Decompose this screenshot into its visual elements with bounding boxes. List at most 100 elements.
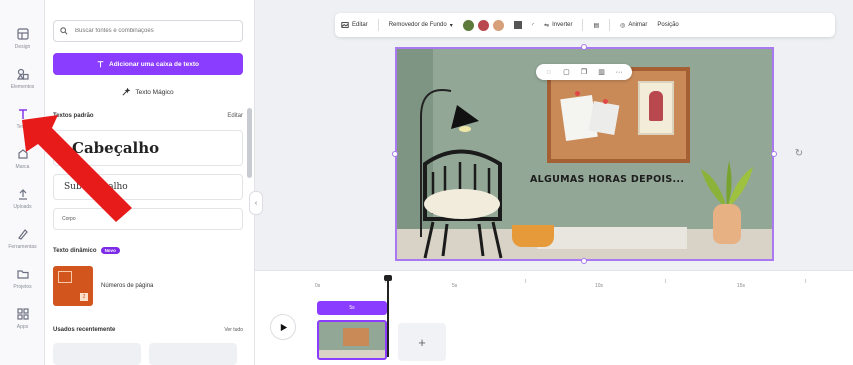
search-box[interactable]: [53, 20, 243, 42]
see-all-link[interactable]: Ver tudo: [224, 327, 243, 333]
body-preset[interactable]: Corpo: [53, 208, 243, 230]
resize-handle[interactable]: [581, 258, 587, 264]
collapse-panel-button[interactable]: ‹: [249, 191, 263, 215]
comment-icon[interactable]: ◌: [545, 68, 553, 76]
basket-illustration: [512, 225, 554, 247]
toolbar-divider: [377, 19, 379, 31]
rail-item-uploads[interactable]: Uploads: [0, 178, 45, 218]
ruler-tick-label: 5s: [452, 283, 458, 289]
color-swatch[interactable]: [462, 19, 474, 31]
rail-item-apps[interactable]: Apps: [0, 298, 45, 338]
rail-item-projects[interactable]: Projetos: [0, 258, 45, 298]
recent-item[interactable]: [149, 343, 237, 365]
search-icon: [60, 27, 68, 35]
rug: [537, 227, 687, 249]
magic-wand-icon: [122, 88, 131, 96]
dynamic-text-header: Texto dinâmico Novo: [53, 247, 120, 254]
rail-item-brand[interactable]: Marca: [0, 138, 45, 178]
rail-item-text[interactable]: Texto: [0, 98, 45, 138]
recent-item[interactable]: [53, 343, 141, 365]
crop-icon: ◜: [531, 22, 535, 29]
plus-icon: +: [418, 334, 426, 350]
rail-item-draw[interactable]: Ferramentas: [0, 218, 45, 258]
clip-duration-label[interactable]: 5s: [317, 301, 387, 315]
page-thumbnail[interactable]: [317, 320, 387, 360]
magic-text-button[interactable]: Texto Mágico: [53, 84, 243, 100]
playhead[interactable]: [387, 277, 389, 357]
crop-button[interactable]: ◜: [532, 22, 534, 29]
corkboard-illustration: [547, 67, 690, 163]
draw-icon: [16, 227, 30, 241]
text-icon: [16, 107, 30, 121]
refresh-icon[interactable]: ↻: [792, 146, 806, 160]
toolbar-divider: [609, 19, 611, 31]
upload-icon: [16, 187, 30, 201]
plant-pot: [713, 204, 741, 244]
element-quick-actions: ◌ ▢ ❐ ▥ ···: [536, 64, 632, 80]
search-input[interactable]: [73, 27, 223, 35]
duplicate-icon[interactable]: ❐: [580, 68, 588, 76]
color-swatch[interactable]: [477, 19, 489, 31]
bg-remover-dropdown[interactable]: Removedor de Fundo ▾: [389, 22, 453, 29]
flip-button[interactable]: ⇋ Inverter: [544, 22, 572, 29]
chevron-down-icon: ▾: [449, 22, 453, 29]
color-swatch[interactable]: [492, 19, 504, 31]
add-text-box-button[interactable]: Adicionar uma caixa de texto: [53, 53, 243, 75]
lock-icon[interactable]: ▢: [562, 68, 570, 76]
new-badge: Novo: [100, 247, 120, 254]
add-page-button[interactable]: +: [398, 323, 446, 361]
left-rail: Design Elementos Texto Marca Uploads Fer…: [0, 0, 45, 365]
play-button[interactable]: [270, 314, 296, 340]
flip-icon: ⇋: [544, 22, 550, 29]
recent-header: Usados recentemente Ver tudo: [53, 327, 243, 333]
text-icon: [97, 60, 104, 67]
ruler-tick-label: 10s: [595, 283, 604, 289]
subheading-preset-label: Subcabeçalho: [64, 182, 128, 192]
heading-preset[interactable]: Cabeçalho: [53, 130, 243, 166]
resize-handle[interactable]: [581, 44, 587, 50]
page-numbers-thumbnail: 2: [53, 266, 93, 306]
dynamic-text-title: Texto dinâmico: [53, 247, 97, 254]
magic-text-label: Texto Mágico: [135, 88, 174, 96]
play-icon: [280, 323, 287, 331]
edit-image-button[interactable]: Editar: [341, 21, 368, 29]
context-toolbar: Editar Removedor de Fundo ▾ ◜ ⇋ Inverter…: [335, 13, 835, 37]
folder-icon: [16, 267, 30, 281]
recent-title: Usados recentemente: [53, 327, 116, 333]
position-button[interactable]: Posição: [657, 22, 678, 28]
panel-scrollbar[interactable]: [247, 108, 252, 178]
animate-icon: ◎: [620, 22, 626, 29]
rail-label: Texto: [16, 123, 29, 130]
invert-label: Inverter: [552, 22, 573, 28]
info-button[interactable]: ▤: [593, 22, 599, 29]
edit-link[interactable]: Editar: [227, 113, 243, 119]
page-number-sample: 2: [80, 293, 88, 301]
ruler-tick-label: 0s: [315, 283, 321, 289]
rail-item-elements[interactable]: Elementos: [0, 58, 45, 98]
ruler-tick: [665, 279, 666, 283]
subheading-preset[interactable]: Subcabeçalho: [53, 174, 243, 200]
default-texts-title: Textos padrão: [53, 113, 94, 119]
rail-item-design[interactable]: Design: [0, 18, 45, 58]
timeline: 0s 5s 10s 15s 5s +: [255, 270, 853, 365]
transparency-button[interactable]: [513, 21, 522, 29]
resize-handle[interactable]: [392, 151, 398, 157]
ruler-tick-label: 15s: [737, 283, 746, 289]
shapes-icon: [16, 67, 30, 81]
rail-label: Elementos: [10, 83, 35, 90]
body-preset-label: Corpo: [62, 216, 76, 222]
rail-label: Design: [14, 43, 31, 50]
heading-preset-label: Cabeçalho: [72, 139, 160, 157]
more-icon[interactable]: ···: [615, 68, 623, 76]
rail-label: Marca: [15, 163, 30, 170]
bg-remover-label: Removedor de Fundo: [388, 22, 447, 28]
rail-label: Ferramentas: [8, 243, 37, 250]
rail-label: Uploads: [13, 203, 32, 210]
resize-handle[interactable]: [771, 151, 777, 157]
canvas-title-text[interactable]: ALGUMAS HORAS DEPOIS...: [530, 174, 684, 185]
ruler-tick: [805, 279, 806, 283]
page-numbers-item[interactable]: 2 Números de página: [53, 266, 243, 306]
color-swatches: [462, 19, 504, 31]
animate-button[interactable]: ◎ Animar: [620, 22, 647, 29]
trash-icon[interactable]: ▥: [598, 68, 606, 76]
